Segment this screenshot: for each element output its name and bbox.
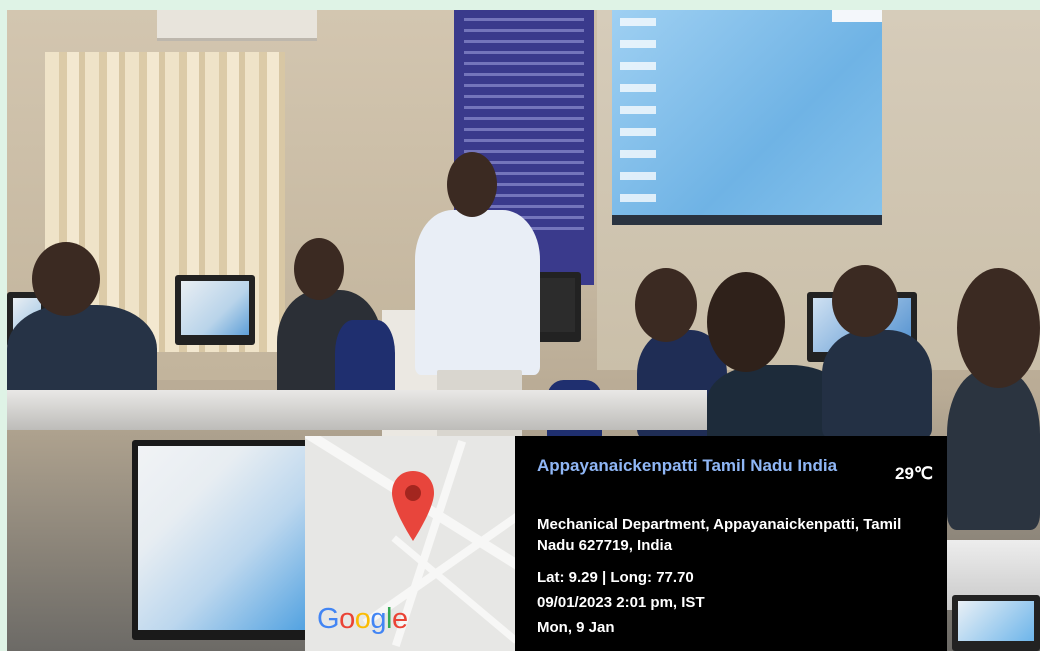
air-conditioner — [157, 10, 317, 41]
desk-monitor — [175, 275, 255, 345]
google-logo: Google — [317, 603, 408, 635]
teacher — [415, 210, 540, 375]
coordinates: Lat: 9.29 | Long: 77.70 — [537, 569, 694, 586]
foreground-monitor — [952, 595, 1040, 651]
student-head — [832, 265, 898, 337]
student-head — [635, 268, 697, 342]
student-head — [294, 238, 344, 300]
student-head — [707, 272, 785, 372]
day: Mon, 9 Jan — [537, 619, 615, 636]
place-title: Appayanaickenpatti Tamil Nadu India — [537, 456, 838, 475]
photo-frame: Google Appayanaickenpatti Tamil Nadu Ind… — [0, 0, 1040, 651]
temperature: 29℃ — [894, 464, 933, 483]
projector-screen — [612, 10, 882, 225]
student-head — [957, 268, 1040, 388]
student-head — [32, 242, 100, 316]
location-map: Google — [305, 436, 515, 651]
address: Mechanical Department, Appayanaickenpatt… — [537, 516, 902, 554]
front-desk-partition — [7, 390, 707, 430]
geotag-info-panel: Appayanaickenpatti Tamil Nadu India 29℃ … — [515, 436, 947, 651]
student — [822, 330, 932, 440]
datetime: 09/01/2023 2:01 pm, IST — [537, 594, 705, 611]
map-pin-icon — [392, 471, 434, 541]
foreground-monitor — [132, 440, 317, 640]
student — [947, 370, 1040, 530]
teacher-head — [447, 152, 497, 217]
geotag-overlay: Google Appayanaickenpatti Tamil Nadu Ind… — [305, 436, 947, 651]
